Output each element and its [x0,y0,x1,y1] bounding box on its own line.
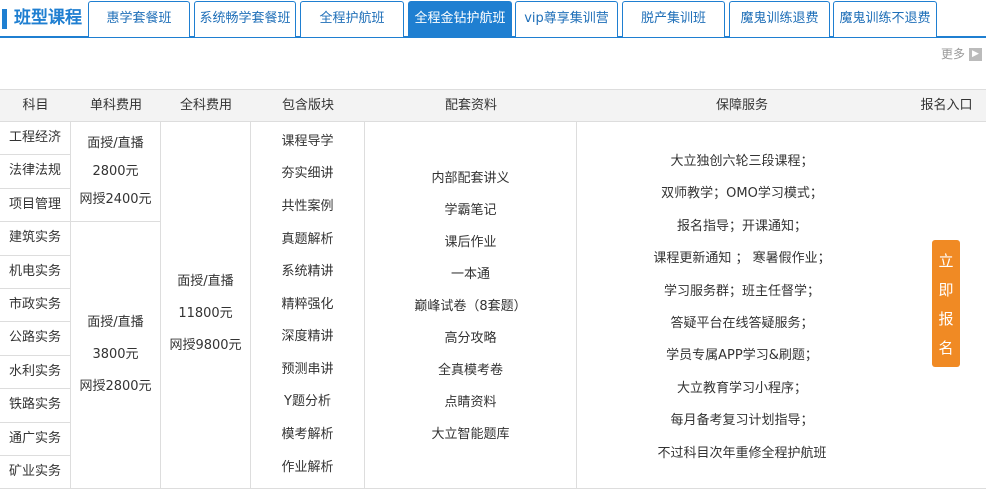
col-header-services: 保障服务 [577,89,907,122]
service-item: 学习服务群；班主任督学； [663,283,820,299]
full-fee-price: 11800元 [178,306,233,321]
single-fee-b-price: 3800元 [92,347,139,362]
module-item: Y题分析 [284,394,331,410]
service-item: 双师教学；OMO学习模式； [661,186,823,202]
modules-cell: 课程导学夯实细讲共性案例真题解析系统精讲精粹强化深度精讲预测串讲 Y题分析模考解析… [251,122,365,489]
tab-4[interactable]: 全程金钻护航班 [408,1,512,37]
signup-char: 报 [938,309,954,328]
material-item: 全真模考卷 [437,363,503,378]
material-item: 课后作业 [444,235,497,250]
tab-6[interactable]: 脱产集训班 [622,1,725,37]
signup-char: 名 [938,338,954,357]
module-item: 深度精讲 [281,329,334,345]
service-item: 学员专属APP学习&刷题； [666,348,818,364]
tab-3[interactable]: 全程护航班 [300,1,404,37]
single-fee-a-price: 2800元 [92,163,139,179]
single-fee-group-a: 面授/直播 2800元 网授2400元 [71,122,161,222]
module-item: 夯实细讲 [281,166,334,182]
section-title: 班型课程 [14,8,82,28]
subject-row: 机电实务 [0,255,71,289]
subject-row: 建筑实务 [0,222,71,256]
materials-cell: 内部配套讲义 学霸笔记课后作业一本通巅峰试卷（8套题） 高分攻略全真模考卷点睛资料大… [365,122,577,489]
module-item: 系统精讲 [281,264,334,280]
service-item: 课程更新通知 ； 寒暑假作业； [653,251,831,267]
module-item: 精粹强化 [281,296,334,312]
service-item: 大立教育学习小程序； [676,380,807,396]
material-item: 大立智能题库 [431,427,510,442]
subject-row: 水利实务 [0,355,71,390]
single-fee-b-mode: 面授/直播 [87,315,144,330]
tab-8[interactable]: 魔鬼训练不退费 [833,1,937,37]
material-item: 巅峰试卷（8套题） [414,299,527,314]
material-item: 一本通 [450,267,490,282]
subject-row: 通广实务 [0,422,71,456]
more-label: 更多 [940,47,965,61]
subject-row: 公路实务 [0,322,71,356]
subject-row: 项目管理 [0,188,71,223]
service-item: 大立独创六轮三段课程； [670,153,814,169]
module-item: 课程导学 [281,133,334,149]
course-type-tabbar: 班型课程 惠学套餐班 系统畅学套餐班 全程护航班 全程金钻护航班 vip尊享集训营 脱产集… [0,0,986,38]
module-item: 共性案例 [281,198,334,214]
signup-now-button[interactable]: 立即报名 [932,240,960,367]
subject-row: 铁路实务 [0,389,71,423]
module-item: 真题解析 [281,231,334,247]
single-fee-b-online: 网授2800元 [79,379,152,394]
chevron-right-icon: ▶ [969,47,982,61]
signup-char: 即 [938,280,954,299]
service-item: 答疑平台在线答疑服务； [670,316,814,331]
material-item: 高分攻略 [444,331,497,346]
full-fee-mode: 面授/直播 [177,274,234,289]
full-fee-online: 网授9800元 [169,338,242,353]
subject-row: 工程经济 [0,122,71,156]
service-item: 不过科目次年重修全程护航班 [657,445,827,461]
col-header-subject: 科目 [0,89,71,122]
more-link[interactable]: 更多 ▶ [941,46,982,62]
single-fee-group-b: 面授/直播 3800元 网授2800元 [71,222,161,489]
brand-accent-bar [2,9,7,29]
subject-row: 市政实务 [0,289,71,323]
material-item: 学霸笔记 [444,203,497,218]
signup-char: 立 [938,251,954,270]
tab-2[interactable]: 系统畅学套餐班 [194,1,296,37]
tab-7[interactable]: 魔鬼训练退费 [729,1,830,37]
material-item: 点睛资料 [444,395,497,410]
service-item: 每月备考复习计划指导； [670,413,814,429]
module-item: 预测串讲 [281,361,334,377]
module-item: 作业解析 [281,459,334,475]
services-cell: 大立独创六轮三段课程； 双师教学；OMO学习模式； 报名指导；开课通知； 课程更新通知… [577,122,986,489]
col-header-modules: 包含版块 [251,89,365,122]
tab-5[interactable]: vip尊享集训营 [515,1,618,37]
service-item: 报名指导；开课通知； [676,218,807,234]
material-item: 内部配套讲义 [431,171,510,186]
subject-row: 法律法规 [0,155,71,189]
course-table: 科目 单科费用 全科费用 包含版块 配套资料 保障服务 报名入口 工程经济 法律法… [0,89,986,489]
tab-1[interactable]: 惠学套餐班 [88,1,190,37]
single-fee-a-mode: 面授/直播 [87,135,144,151]
col-header-signup: 报名入口 [907,89,986,122]
col-header-single-fee: 单科费用 [71,89,161,122]
col-header-full-fee: 全科费用 [161,89,251,122]
col-header-materials: 配套资料 [365,89,577,122]
single-fee-a-online: 网授2400元 [79,191,152,207]
subject-row: 矿业实务 [0,456,71,489]
module-item: 模考解析 [281,427,334,443]
full-fee-cell: 面授/直播 11800元 网授9800元 [161,122,251,489]
